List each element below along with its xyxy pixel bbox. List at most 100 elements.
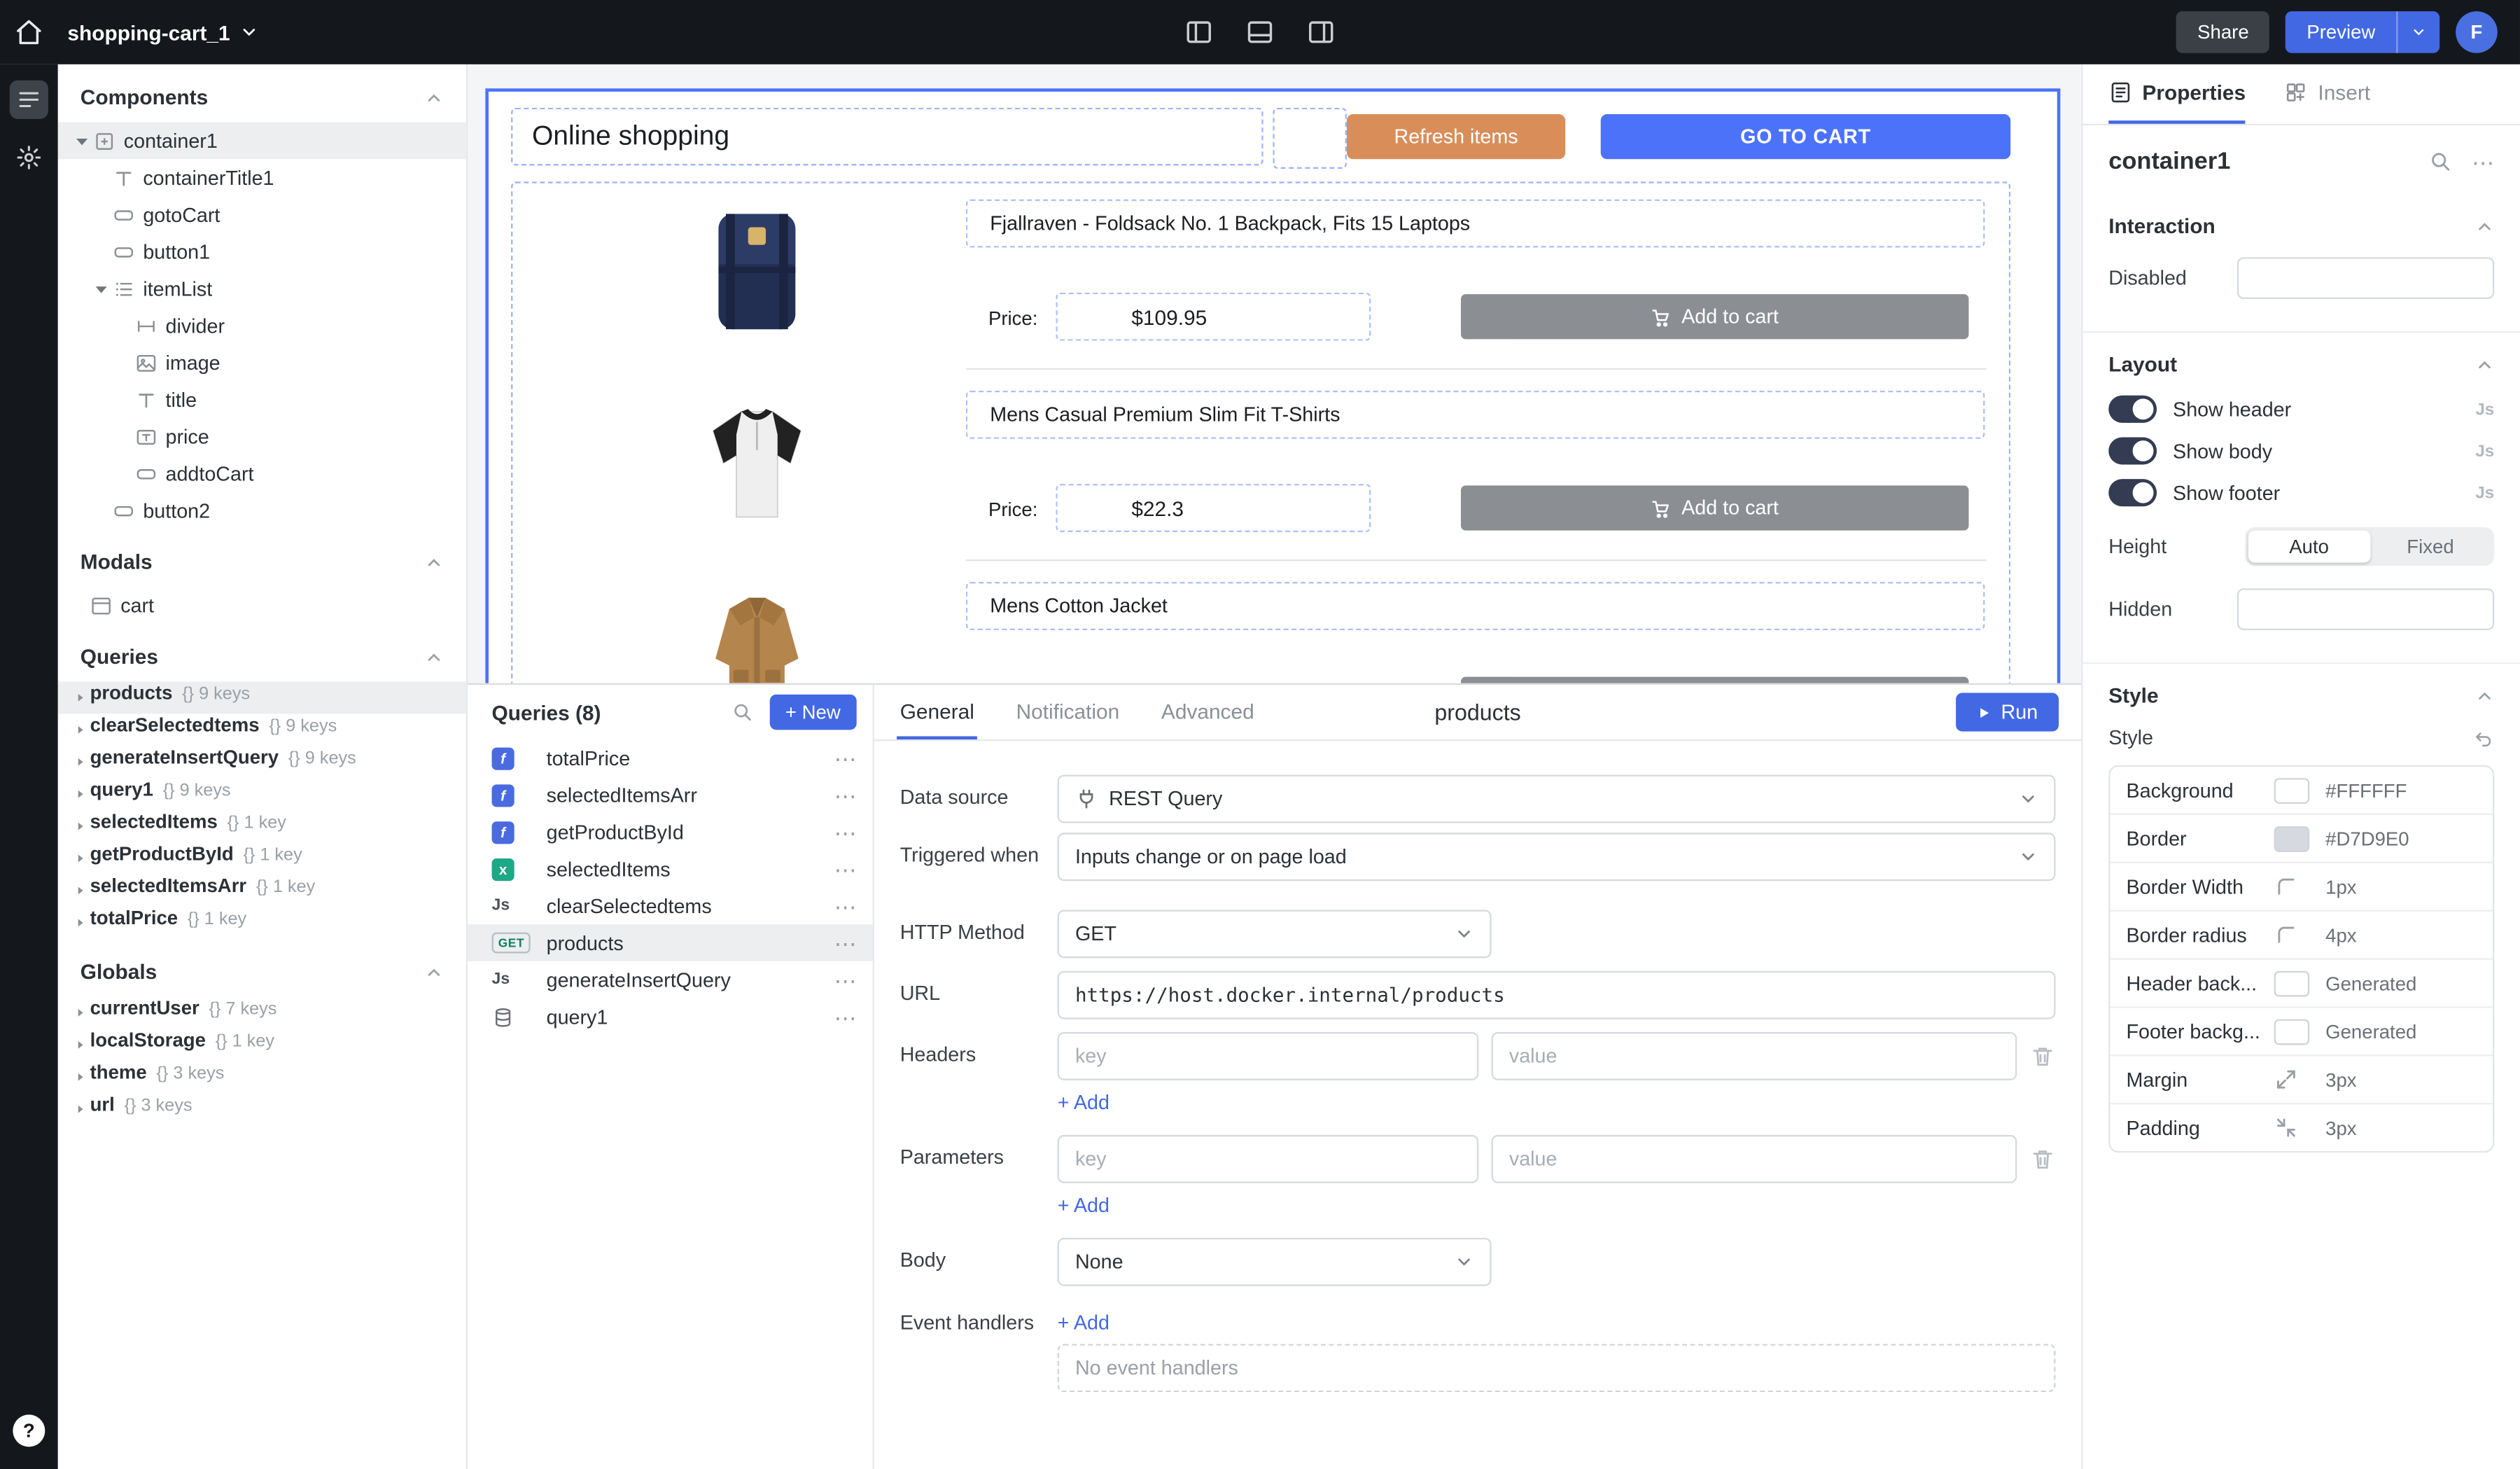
user-avatar[interactable]: F <box>2456 11 2498 53</box>
tree-item-containertitle1[interactable]: containerTitle1 <box>58 159 466 196</box>
interaction-header[interactable]: Interaction <box>2108 207 2494 257</box>
container-title-widget[interactable]: Online shopping <box>511 108 1263 166</box>
globals-section-header[interactable]: Globals <box>58 939 466 997</box>
toggle-right-panel-icon[interactable] <box>1307 18 1336 46</box>
tab-properties[interactable]: Properties <box>2108 64 2246 124</box>
share-button[interactable]: Share <box>2176 11 2269 53</box>
pages-menu-button[interactable] <box>10 81 48 119</box>
kebab-menu-icon[interactable]: ⋯ <box>834 858 857 880</box>
tree-item-gotocart[interactable]: gotoCart <box>58 196 466 233</box>
parameter-value-input[interactable] <box>1492 1135 2017 1183</box>
add-to-cart-button[interactable]: Add to cart <box>1461 485 1969 530</box>
tree-item-button1[interactable]: button1 <box>58 233 466 270</box>
refresh-items-button[interactable]: Refresh items <box>1347 114 1565 159</box>
caret-down-icon[interactable] <box>90 277 113 300</box>
toggle-switch-show-header[interactable] <box>2108 396 2157 423</box>
state-global-localstorage[interactable]: localStorage{} 1 key <box>58 1029 466 1061</box>
http-method-select[interactable]: GET <box>1058 910 1492 958</box>
tree-item-image[interactable]: image <box>58 344 466 381</box>
app-canvas[interactable]: Online shopping Refresh items GO TO CART… <box>485 88 2060 690</box>
color-swatch[interactable] <box>2274 970 2310 996</box>
settings-button[interactable] <box>10 138 48 176</box>
layout-header[interactable]: Layout <box>2108 346 2494 396</box>
color-swatch[interactable] <box>2274 1018 2310 1044</box>
query-item-totalprice[interactable]: ftotalPrice⋯ <box>466 739 873 777</box>
parameter-key-input[interactable] <box>1058 1135 1479 1183</box>
kebab-menu-icon[interactable]: ⋯ <box>834 784 857 806</box>
query-item-clearselectedtems[interactable]: JsclearSelectedtems⋯ <box>466 887 873 924</box>
go-to-cart-button[interactable]: GO TO CART <box>1601 114 2010 159</box>
js-toggle-icon[interactable]: Js <box>2475 400 2494 419</box>
state-global-currentuser[interactable]: currentUser{} 7 keys <box>58 996 466 1029</box>
add-to-cart-button[interactable]: Add to cart <box>1461 294 1969 339</box>
height-auto-option[interactable]: Auto <box>2248 531 2370 563</box>
state-query-generateinsertquery[interactable]: generateInsertQuery{} 9 keys <box>58 746 466 778</box>
kebab-menu-icon[interactable]: ⋯ <box>834 1005 857 1028</box>
query-item-selecteditems[interactable]: xselectedItems⋯ <box>466 851 873 888</box>
state-query-clearselectedtems[interactable]: clearSelectedtems{} 9 keys <box>58 713 466 746</box>
tree-item-addtocart[interactable]: addtoCart <box>58 455 466 492</box>
color-swatch[interactable] <box>2274 777 2310 803</box>
search-icon[interactable] <box>2428 150 2452 174</box>
query-item-query1[interactable]: query1⋯ <box>466 998 873 1036</box>
caret-right-icon[interactable] <box>71 1102 90 1117</box>
tree-item-price[interactable]: price <box>58 418 466 455</box>
tab-general[interactable]: General <box>897 685 977 739</box>
state-query-selecteditems[interactable]: selectedItems{} 1 key <box>58 810 466 842</box>
query-item-getproductbyid[interactable]: fgetProductById⋯ <box>466 814 873 851</box>
caret-right-icon[interactable] <box>71 1005 90 1020</box>
state-query-totalprice[interactable]: totalPrice{} 1 key <box>58 907 466 939</box>
tab-advanced[interactable]: Advanced <box>1158 685 1257 739</box>
header-key-input[interactable] <box>1058 1032 1479 1080</box>
state-query-products[interactable]: products{} 9 keys <box>58 681 466 713</box>
delete-parameter-icon[interactable] <box>2030 1146 2056 1172</box>
kebab-menu-icon[interactable]: ⋯ <box>834 895 857 917</box>
query-item-selecteditemsarr[interactable]: fselectedItemsArr⋯ <box>466 777 873 814</box>
modals-section-header[interactable]: Modals <box>58 529 466 587</box>
state-global-theme[interactable]: theme{} 3 keys <box>58 1061 466 1093</box>
kebab-menu-icon[interactable]: ⋯ <box>834 968 857 991</box>
add-header-link[interactable]: + Add <box>1058 1092 1110 1114</box>
height-fixed-option[interactable]: Fixed <box>2370 531 2491 563</box>
caret-right-icon[interactable] <box>71 851 90 866</box>
disabled-input[interactable] <box>2237 257 2494 299</box>
tree-item-title[interactable]: title <box>58 381 466 418</box>
data-source-select[interactable]: REST Query <box>1058 775 2056 823</box>
color-swatch[interactable] <box>2274 826 2310 851</box>
home-button[interactable] <box>0 18 58 46</box>
triggered-when-select[interactable]: Inputs change or on page load <box>1058 833 2056 881</box>
components-section-header[interactable]: Components <box>58 64 466 123</box>
hidden-input[interactable] <box>2237 588 2494 630</box>
caret-right-icon[interactable] <box>71 690 90 705</box>
search-icon[interactable] <box>731 701 753 723</box>
caret-right-icon[interactable] <box>71 916 90 931</box>
js-toggle-icon[interactable]: Js <box>2475 441 2494 461</box>
toggle-bottom-panel-icon[interactable] <box>1245 18 1274 46</box>
caret-down-icon[interactable] <box>71 130 93 152</box>
query-item-products[interactable]: GETproducts⋯ <box>466 924 873 961</box>
caret-right-icon[interactable] <box>71 787 90 802</box>
new-query-button[interactable]: + New <box>769 695 857 730</box>
tree-item-button2[interactable]: button2 <box>58 492 466 529</box>
caret-right-icon[interactable] <box>71 819 90 834</box>
kebab-menu-icon[interactable]: ⋯ <box>834 746 857 769</box>
caret-right-icon[interactable] <box>71 1070 90 1085</box>
delete-header-icon[interactable] <box>2030 1043 2056 1069</box>
state-global-url[interactable]: url{} 3 keys <box>58 1093 466 1125</box>
tree-item-itemlist[interactable]: itemList <box>58 270 466 307</box>
header-value-input[interactable] <box>1492 1032 2017 1080</box>
tree-item-divider[interactable]: divider <box>58 307 466 344</box>
toggle-left-panel-icon[interactable] <box>1184 18 1213 46</box>
caret-right-icon[interactable] <box>71 723 90 737</box>
preview-dropdown-button[interactable] <box>2396 11 2440 53</box>
kebab-menu-icon[interactable]: ⋯ <box>834 931 857 954</box>
toggle-switch-show-footer[interactable] <box>2108 479 2157 506</box>
url-input[interactable] <box>1058 971 2056 1019</box>
js-toggle-icon[interactable]: Js <box>2475 483 2494 503</box>
modal-item-cart[interactable]: cart <box>58 587 466 624</box>
tab-notification[interactable]: Notification <box>1013 685 1123 739</box>
add-parameter-link[interactable]: + Add <box>1058 1195 1110 1217</box>
caret-right-icon[interactable] <box>71 1038 90 1052</box>
run-query-button[interactable]: Run <box>1956 693 2059 732</box>
app-name-menu[interactable]: shopping-cart_1 <box>67 20 258 44</box>
